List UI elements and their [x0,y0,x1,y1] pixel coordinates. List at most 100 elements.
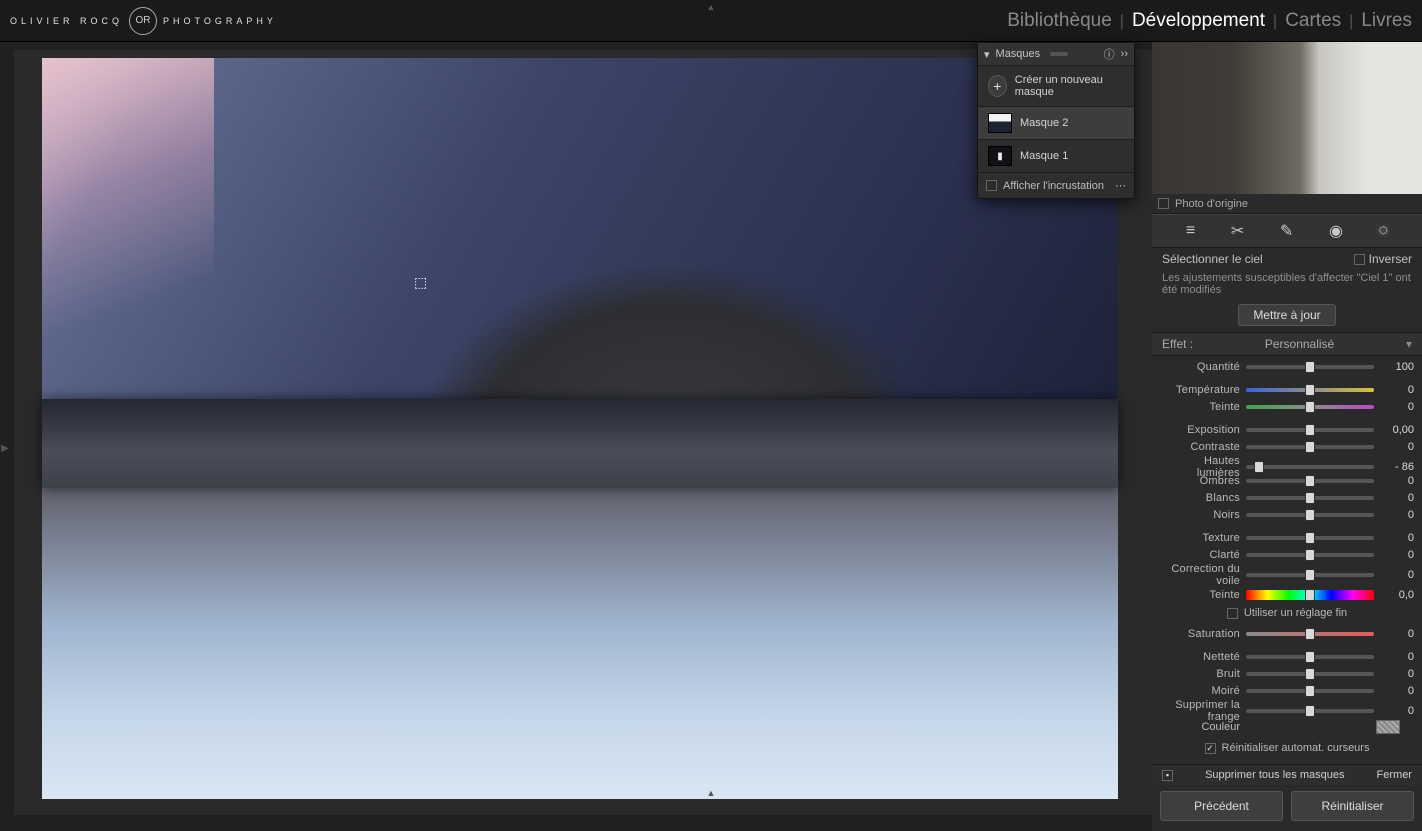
slider-thumb[interactable] [1305,549,1315,561]
mask-item-2[interactable]: Masque 2 [978,107,1134,140]
slider-thumb[interactable] [1305,705,1315,717]
help-icon[interactable]: ⓘ [1104,46,1115,62]
slider-hautes-lumi-res[interactable]: Hautes lumières- 86 [1160,455,1414,472]
slider-teinte[interactable]: Teinte0,0 [1160,586,1414,603]
slider-thumb[interactable] [1305,424,1315,436]
slider-track[interactable] [1246,405,1374,409]
slider-texture[interactable]: Texture0 [1160,529,1414,546]
slider-thumb[interactable] [1305,492,1315,504]
slider-thumb[interactable] [1305,401,1315,413]
sliders-icon[interactable]: ≡ [1186,222,1195,240]
effect-row[interactable]: Effet : Personnalisé ▾ [1152,333,1422,356]
slider-value: 0,00 [1380,424,1414,436]
slider-track[interactable] [1246,590,1374,600]
slider-thumb[interactable] [1305,589,1315,601]
tab-develop[interactable]: Développement [1132,10,1265,32]
show-overlay-row[interactable]: Afficher l'incrustation ⋯ [978,173,1134,198]
slider-ombres[interactable]: Ombres0 [1160,472,1414,489]
slider-track[interactable] [1246,465,1374,469]
create-mask-row[interactable]: + Créer un nouveau masque [978,66,1134,107]
slider-teinte[interactable]: Teinte 0 [1160,398,1414,415]
photo-origin-label: Photo d'origine [1175,198,1248,210]
slider-thumb[interactable] [1305,509,1315,521]
chevron-down-icon[interactable]: ▾ [1406,337,1412,351]
slider-supprimer-la-frange[interactable]: Supprimer la frange0 [1160,699,1414,716]
photo-origin-checkbox[interactable] [1158,198,1169,209]
fine-tune-checkbox[interactable] [1227,608,1238,619]
slider-nettet-[interactable]: Netteté0 [1160,648,1414,665]
update-button[interactable]: Mettre à jour [1238,304,1335,326]
reset-button[interactable]: Réinitialiser [1291,791,1414,821]
collapse-icon[interactable]: ›› [1121,48,1128,60]
more-icon[interactable]: ⋯ [1115,179,1126,192]
photo-origin-row[interactable]: Photo d'origine [1152,194,1422,214]
tab-library[interactable]: Bibliothèque [1007,10,1112,32]
slider-thumb[interactable] [1305,532,1315,544]
slider-thumb[interactable] [1254,461,1264,473]
slider-track[interactable] [1246,428,1374,432]
slider-stack: Quantité100 Température0 Teinte 0 Exposition… [1152,356,1422,764]
previous-button[interactable]: Précédent [1160,791,1283,821]
slider-thumb[interactable] [1305,685,1315,697]
slider-track[interactable] [1246,365,1374,369]
slider-track[interactable] [1246,388,1374,392]
slider-noirs[interactable]: Noirs0 [1160,506,1414,523]
slider-track[interactable] [1246,553,1374,557]
slider-track[interactable] [1246,496,1374,500]
drag-grip-icon[interactable] [1050,52,1068,56]
slider-thumb[interactable] [1305,361,1315,373]
slider-thumb[interactable] [1305,668,1315,680]
redeye-icon[interactable]: ◉ [1329,221,1343,241]
slider-track[interactable] [1246,573,1374,577]
slider-thumb[interactable] [1305,384,1315,396]
slider-track[interactable] [1246,655,1374,659]
slider-track[interactable] [1246,689,1374,693]
slider-label: Moiré [1160,685,1240,697]
slider-track[interactable] [1246,479,1374,483]
edited-photo[interactable] [42,58,1118,799]
slider-track[interactable] [1246,536,1374,540]
masking-icon[interactable]: ◌ [1379,222,1389,240]
tab-books[interactable]: Livres [1361,10,1412,32]
reset-auto-checkbox[interactable]: ✓ [1205,743,1216,754]
slider-moir-[interactable]: Moiré0 [1160,682,1414,699]
slider-track[interactable] [1246,709,1374,713]
slider-value: 0 [1380,401,1414,413]
invert-label: Inverser [1369,252,1412,266]
slider-thumb[interactable] [1305,651,1315,663]
slider-track[interactable] [1246,445,1374,449]
masks-panel[interactable]: ▾Masques ⓘ ›› + Créer un nouveau masque … [977,42,1135,199]
top-panel-toggle[interactable]: ▲ [707,2,716,12]
mask-item-1[interactable]: ▮ Masque 1 [978,140,1134,173]
slider-correction-du-voile[interactable]: Correction du voile0 [1160,563,1414,580]
crop-icon[interactable]: ✂ [1231,221,1244,241]
slider-track[interactable] [1246,672,1374,676]
slider-quantit-[interactable]: Quantité100 [1160,358,1414,375]
slider-thumb[interactable] [1305,628,1315,640]
slider-thumb[interactable] [1305,441,1315,453]
invert-checkbox[interactable] [1354,254,1365,265]
slider-contraste[interactable]: Contraste0 [1160,438,1414,455]
delete-all-masks[interactable]: Supprimer tous les masques [1205,769,1344,781]
left-panel-toggle[interactable]: ▶ [0,437,10,461]
slider-blancs[interactable]: Blancs0 [1160,489,1414,506]
slider-exposition[interactable]: Exposition0,00 [1160,421,1414,438]
slider-temp-rature[interactable]: Température0 [1160,381,1414,398]
overlay-checkbox[interactable] [986,180,997,191]
slider-track[interactable] [1246,513,1374,517]
slider-label: Teinte [1160,401,1240,413]
masks-panel-header[interactable]: ▾Masques ⓘ ›› [978,43,1134,66]
heal-icon[interactable]: ✎ [1280,221,1293,241]
slider-thumb[interactable] [1305,475,1315,487]
close-button[interactable]: Fermer [1377,769,1412,781]
tab-maps[interactable]: Cartes [1285,10,1341,32]
slider-bruit[interactable]: Bruit0 [1160,665,1414,682]
add-icon[interactable]: + [988,75,1007,97]
slider-track[interactable] [1246,632,1374,636]
slider-thumb[interactable] [1305,569,1315,581]
switch-toggle[interactable]: ▪ [1162,770,1173,781]
color-swatch[interactable] [1376,720,1400,734]
bottom-panel-toggle[interactable]: ▲ [707,788,716,798]
slider-saturation[interactable]: Saturation0 [1160,625,1414,642]
slider-clart-[interactable]: Clarté0 [1160,546,1414,563]
